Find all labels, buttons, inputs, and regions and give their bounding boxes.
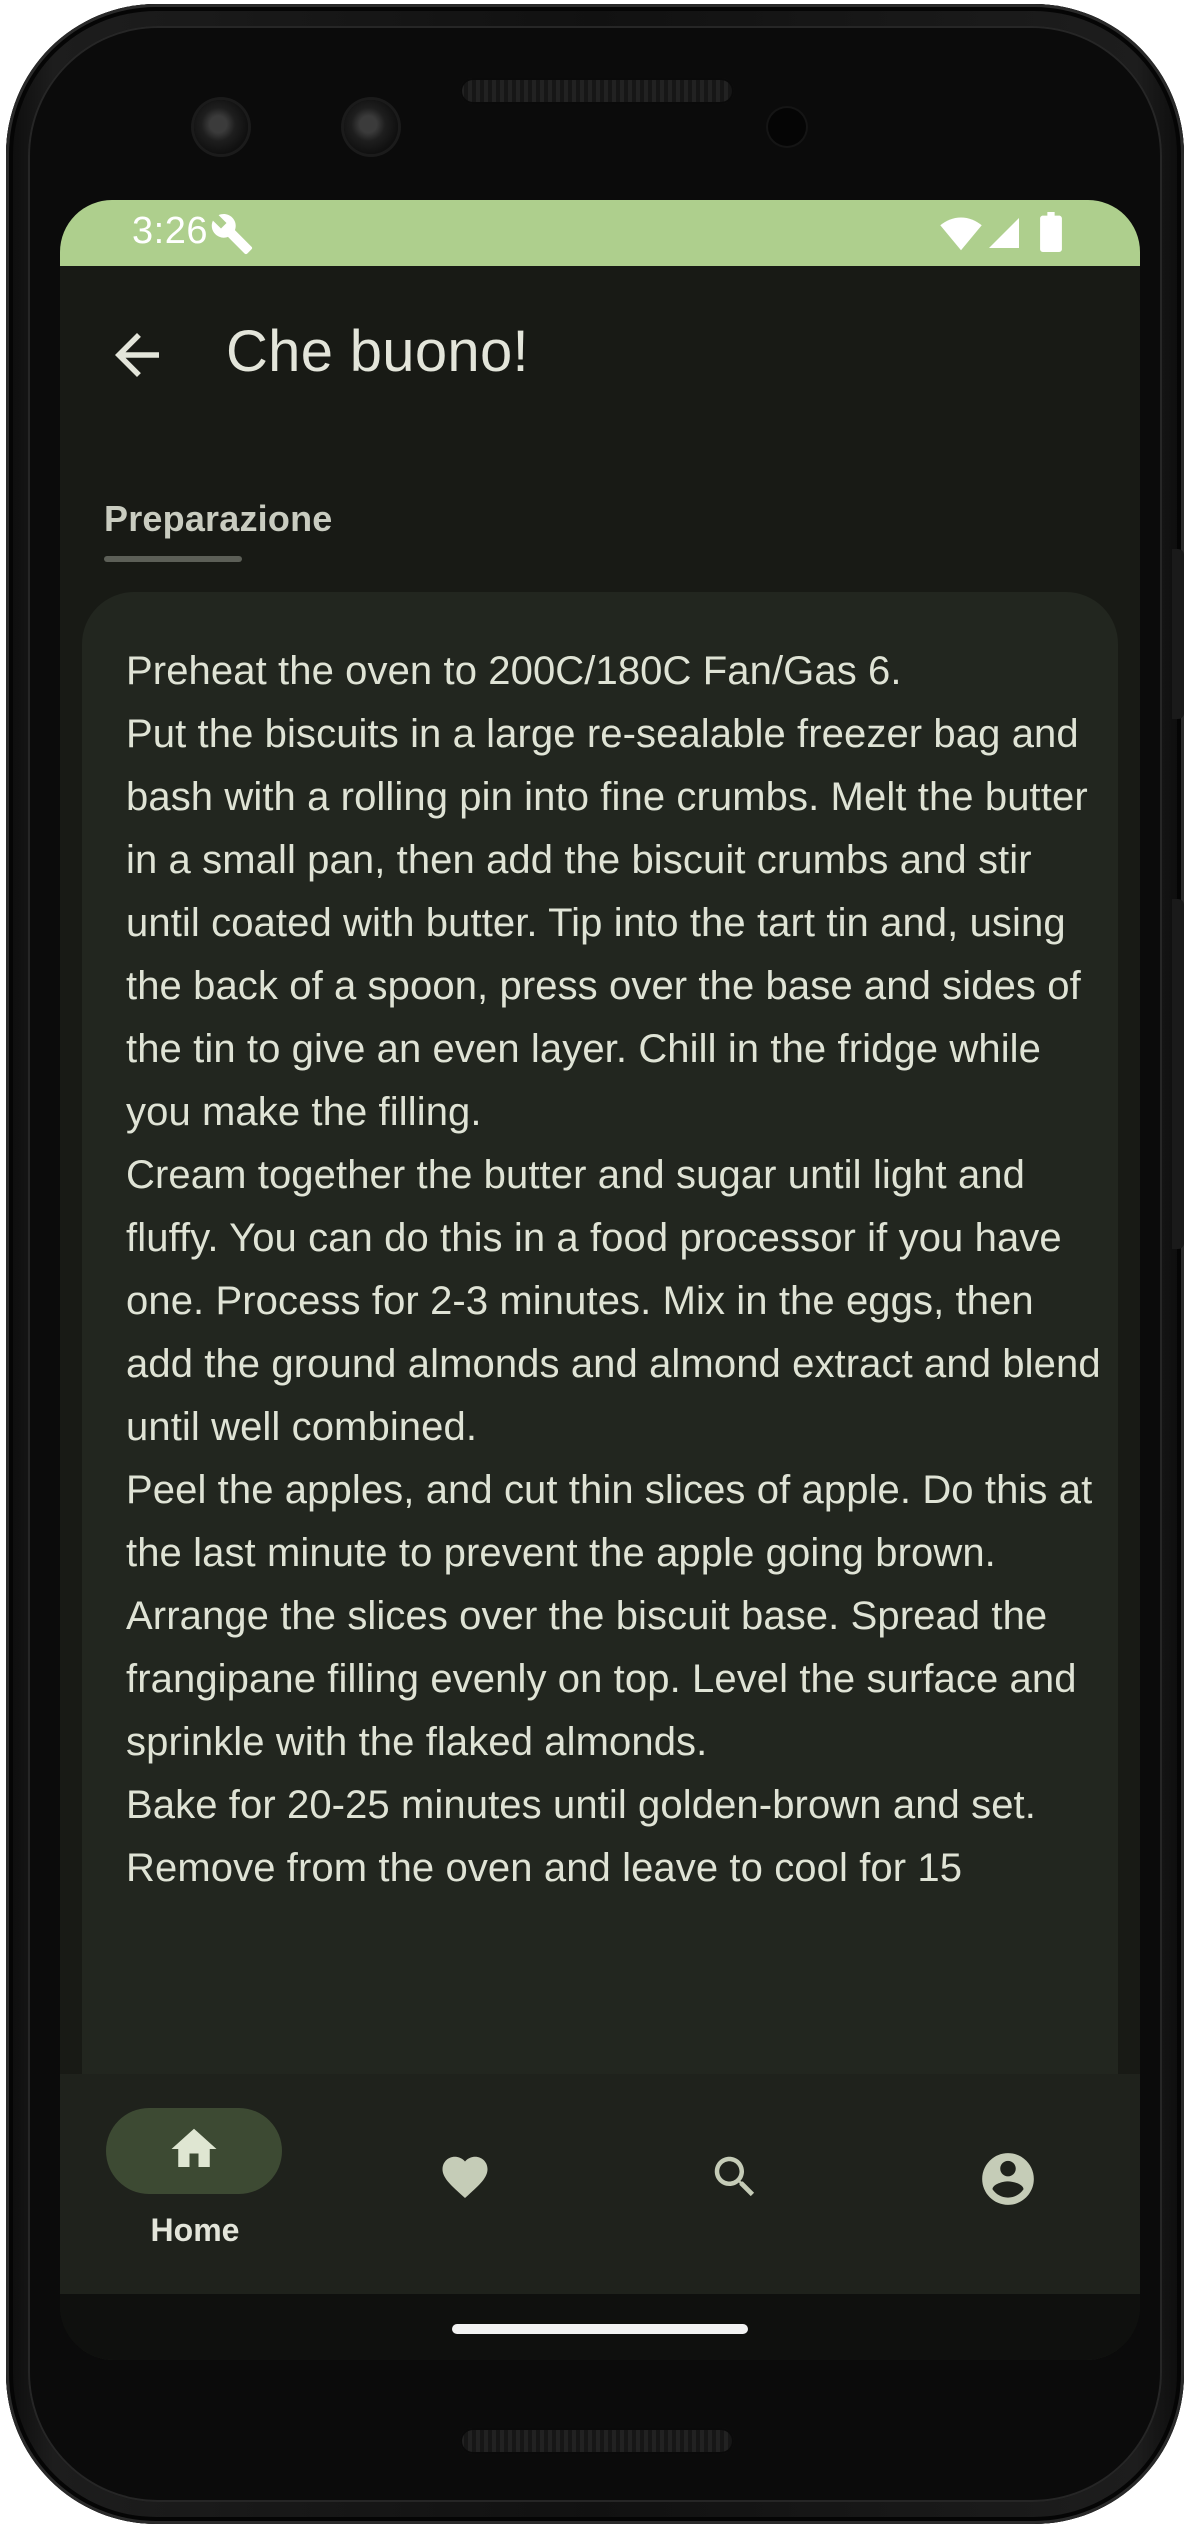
battery-icon — [1040, 212, 1062, 252]
nav-label-home: Home — [150, 2212, 240, 2248]
front-camera-left — [194, 100, 248, 154]
search-icon — [714, 2156, 755, 2197]
status-time: 3:26 — [132, 210, 208, 252]
signal-icon — [989, 218, 1019, 248]
recipe-steps-text: Preheat the oven to 200C/180C Fan/Gas 6.… — [126, 649, 1101, 1890]
top-app-bar: Che buono! — [60, 266, 1140, 446]
tab-label: Preparazione — [104, 498, 333, 539]
gesture-navigation-area — [60, 2294, 1140, 2360]
wifi-icon — [940, 217, 982, 251]
phone-frame: 3:26 Che buono! Preparazione Preheat the… — [6, 4, 1184, 2524]
bottom-speaker — [460, 2428, 734, 2454]
volume-button — [1172, 899, 1184, 1249]
earpiece-speaker — [460, 78, 734, 104]
nav-item-home[interactable]: Home — [60, 2074, 330, 2294]
proximity-sensor — [768, 108, 806, 146]
tab-indicator — [104, 556, 242, 562]
page-title: Che buono! — [226, 319, 529, 384]
status-bar: 3:26 — [60, 200, 1140, 266]
account-circle-icon — [982, 2153, 1034, 2205]
nav-item-profile[interactable] — [870, 2074, 1140, 2294]
home-indicator[interactable] — [452, 2324, 748, 2334]
bottom-navigation-bar: Home — [60, 2074, 1140, 2294]
tab-preparazione[interactable]: Preparazione — [104, 488, 344, 568]
nav-item-favorites[interactable] — [330, 2074, 600, 2294]
screen: 3:26 Che buono! Preparazione Preheat the… — [60, 200, 1140, 2360]
home-icon — [171, 2128, 217, 2167]
arrow-back-icon[interactable] — [104, 322, 170, 388]
wrench-icon — [211, 214, 253, 255]
nav-item-search[interactable] — [600, 2074, 870, 2294]
front-camera-right — [344, 100, 398, 154]
heart-icon — [442, 2156, 488, 2199]
power-button — [1172, 549, 1184, 719]
